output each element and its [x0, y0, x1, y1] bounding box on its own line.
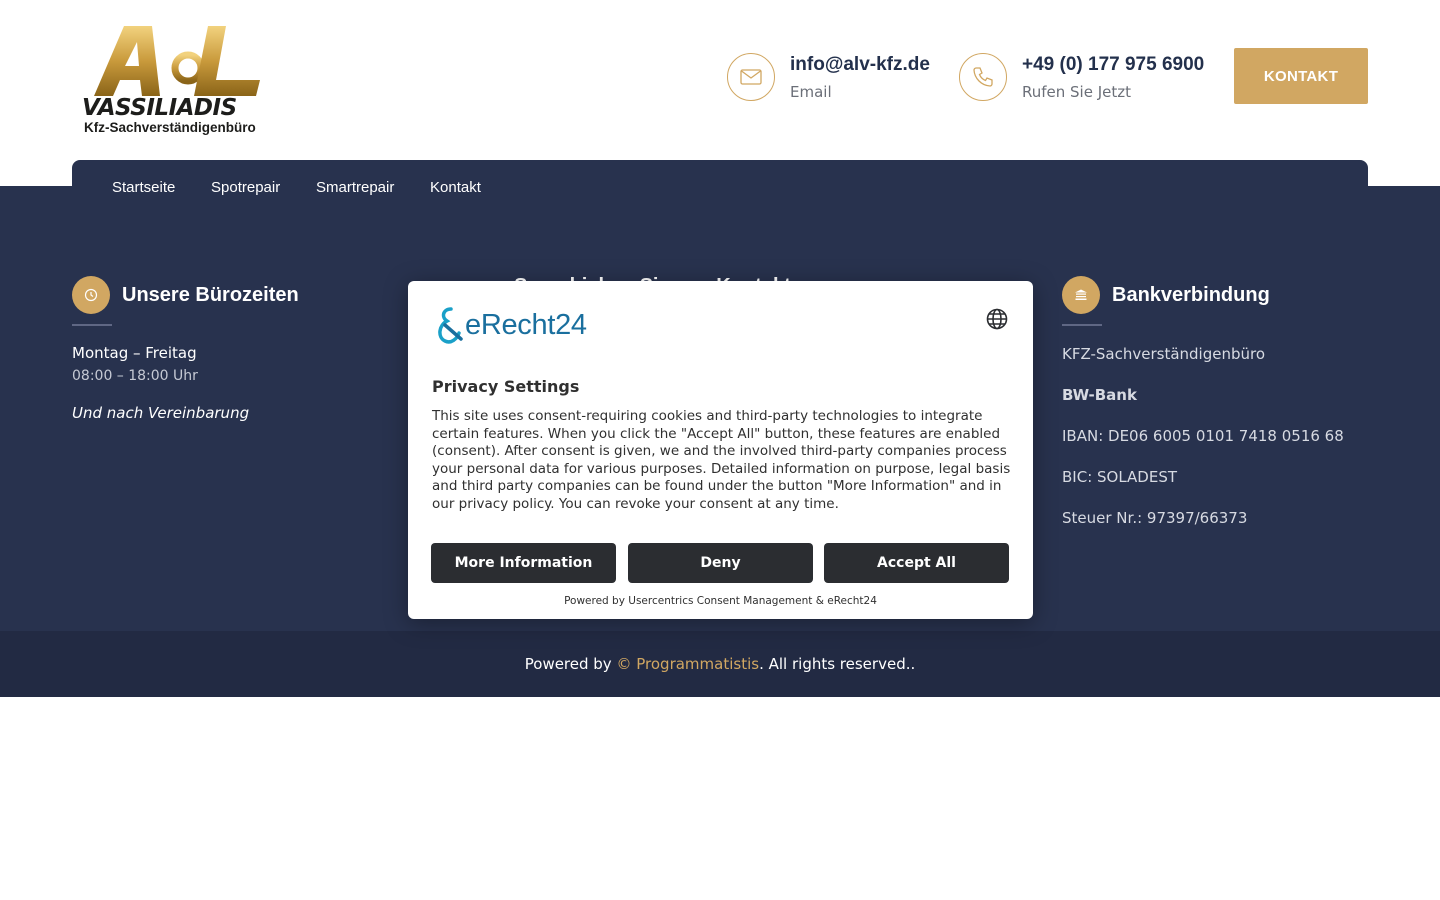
- more-information-button[interactable]: More Information: [431, 543, 616, 583]
- bank-bic: BIC: SOLADEST: [1062, 468, 1178, 486]
- consent-title: Privacy Settings: [432, 377, 580, 396]
- header-phone[interactable]: +49 (0) 177 975 6900 Rufen Sie Jetzt: [959, 53, 1204, 101]
- phone-label: Rufen Sie Jetzt: [1022, 82, 1132, 101]
- email-label: Email: [790, 82, 832, 101]
- bank-heading: Bankverbindung: [1062, 276, 1270, 314]
- erecht24-logo: eRecht24: [431, 305, 587, 345]
- hours-time: 08:00 – 18:00 Uhr: [72, 368, 198, 384]
- copyright-suffix: . All rights reserved..: [759, 655, 916, 673]
- hours-days: Montag – Freitag: [72, 344, 197, 362]
- kontakt-button[interactable]: KONTAKT: [1234, 48, 1368, 104]
- clock-icon: [72, 276, 110, 314]
- copyright-bar: Powered by © Programmatistis. All rights…: [0, 631, 1440, 697]
- site-header: VASSILIADIS Kfz-Sachverständigenbüro inf…: [0, 0, 1440, 186]
- bank-company: KFZ-Sachverständigenbüro: [1062, 345, 1266, 363]
- mail-icon: [727, 53, 775, 101]
- nav-item-smartrepair[interactable]: Smartrepair: [316, 179, 394, 196]
- consent-text: This site uses consent-requiring cookies…: [432, 408, 1011, 512]
- erecht24-brand: eRecht24: [465, 308, 587, 341]
- nav-item-startseite[interactable]: Startseite: [112, 179, 175, 196]
- copyright-prefix: Powered by: [524, 655, 612, 673]
- bank-name: BW-Bank: [1062, 386, 1137, 404]
- main-nav: Startseite Spotrepair Smartrepair Kontak…: [72, 160, 1368, 216]
- language-globe-icon[interactable]: [985, 307, 1009, 331]
- bank-iban: IBAN: DE06 6005 0101 7418 0516 68: [1062, 427, 1344, 445]
- hours-heading: Unsere Bürozeiten: [72, 276, 299, 314]
- bank-icon: [1062, 276, 1100, 314]
- bank-tax: Steuer Nr.: 97397/66373: [1062, 509, 1248, 527]
- deny-button[interactable]: Deny: [628, 543, 813, 583]
- consent-powered-by[interactable]: Powered by Usercentrics Consent Manageme…: [408, 595, 1033, 607]
- email-value[interactable]: info@alv-kfz.de: [790, 54, 930, 76]
- phone-icon: [959, 53, 1007, 101]
- accept-all-button[interactable]: Accept All: [824, 543, 1009, 583]
- hours-note: Und nach Vereinbarung: [72, 404, 250, 422]
- nav-item-kontakt[interactable]: Kontakt: [430, 179, 481, 196]
- logo-subtitle: Kfz-Sachverständigenbüro: [84, 120, 256, 135]
- hours-title: Unsere Bürozeiten: [122, 283, 299, 306]
- site-logo[interactable]: VASSILIADIS Kfz-Sachverständigenbüro: [80, 22, 264, 138]
- bank-divider: [1062, 324, 1102, 326]
- header-email[interactable]: info@alv-kfz.de Email: [727, 53, 930, 101]
- erecht24-mark-icon: [438, 307, 463, 344]
- nav-item-spotrepair[interactable]: Spotrepair: [211, 179, 280, 196]
- bank-title: Bankverbindung: [1112, 283, 1270, 306]
- copyright-link[interactable]: © Programmatistis: [616, 655, 759, 673]
- hours-divider: [72, 324, 112, 326]
- consent-dialog: eRecht24 Privacy Settings This site uses…: [408, 281, 1033, 619]
- logo-title: VASSILIADIS: [82, 95, 237, 121]
- phone-value[interactable]: +49 (0) 177 975 6900: [1022, 54, 1204, 76]
